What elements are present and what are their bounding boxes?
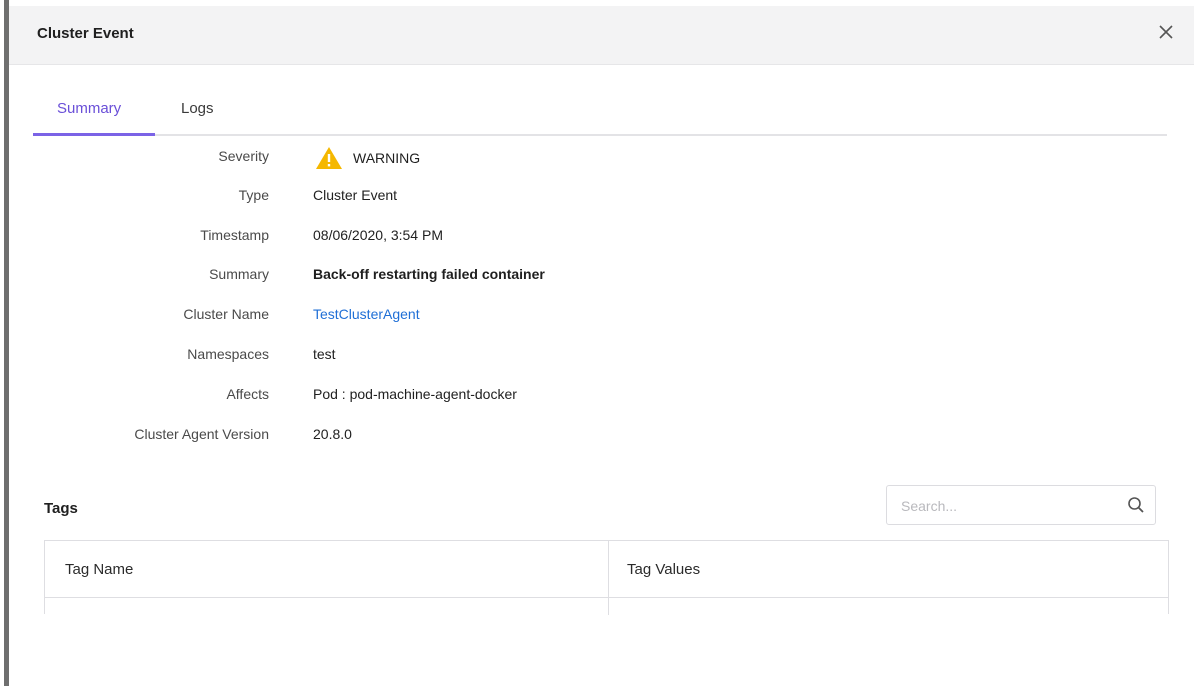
summary-label: Summary bbox=[209, 266, 269, 282]
detail-row-severity: Severity bbox=[9, 148, 1194, 168]
column-header-tag-name[interactable]: Tag Name bbox=[65, 561, 133, 578]
severity-text: WARNING bbox=[353, 150, 421, 166]
dialog-header: Cluster Event bbox=[9, 6, 1194, 65]
tags-search-box bbox=[886, 485, 1156, 525]
summary-value: Back-off restarting failed container bbox=[313, 266, 545, 282]
affects-label: Affects bbox=[226, 386, 269, 402]
agent-version-value: 20.8.0 bbox=[313, 426, 352, 442]
tab-summary[interactable]: Summary bbox=[57, 100, 121, 117]
type-label: Type bbox=[238, 187, 269, 203]
type-value: Cluster Event bbox=[313, 187, 398, 203]
namespaces-value: test bbox=[313, 346, 336, 362]
cluster-name-label: Cluster Name bbox=[183, 306, 269, 322]
cluster-event-dialog: Cluster Event Summary Logs Severity WARN… bbox=[9, 6, 1194, 686]
detail-row-timestamp: Timestamp 08/06/2020, 3:54 PM bbox=[9, 227, 1194, 247]
detail-row-agent-version: Cluster Agent Version 20.8.0 bbox=[9, 426, 1194, 446]
detail-row-cluster-name: Cluster Name TestClusterAgent bbox=[9, 306, 1194, 326]
severity-value: WARNING bbox=[315, 146, 420, 170]
detail-row-affects: Affects Pod : pod-machine-agent-docker bbox=[9, 386, 1194, 406]
dialog-title: Cluster Event bbox=[37, 25, 134, 42]
close-icon bbox=[1159, 25, 1173, 39]
tags-table: Tag Name Tag Values bbox=[44, 540, 1169, 615]
active-tab-indicator bbox=[33, 133, 155, 136]
detail-row-type: Type Cluster Event bbox=[9, 187, 1194, 207]
timestamp-label: Timestamp bbox=[200, 227, 269, 243]
severity-label: Severity bbox=[218, 148, 269, 164]
tab-bar: Summary Logs bbox=[33, 82, 1167, 136]
agent-version-label: Cluster Agent Version bbox=[134, 426, 269, 442]
column-divider bbox=[608, 541, 609, 615]
column-header-tag-values[interactable]: Tag Values bbox=[627, 561, 700, 578]
tags-table-header: Tag Name Tag Values bbox=[45, 541, 1168, 598]
cluster-name-link[interactable]: TestClusterAgent bbox=[313, 306, 420, 322]
timestamp-value: 08/06/2020, 3:54 PM bbox=[313, 227, 443, 243]
detail-row-namespaces: Namespaces test bbox=[9, 346, 1194, 366]
affects-value: Pod : pod-machine-agent-docker bbox=[313, 386, 517, 402]
close-button[interactable] bbox=[1154, 20, 1178, 44]
search-icon[interactable] bbox=[1127, 496, 1145, 514]
detail-row-summary: Summary Back-off restarting failed conta… bbox=[9, 266, 1194, 286]
tab-logs[interactable]: Logs bbox=[181, 100, 214, 117]
warning-icon bbox=[316, 147, 342, 169]
namespaces-label: Namespaces bbox=[187, 346, 269, 362]
tags-section-title: Tags bbox=[44, 500, 78, 517]
tags-search-input[interactable] bbox=[899, 495, 1113, 517]
